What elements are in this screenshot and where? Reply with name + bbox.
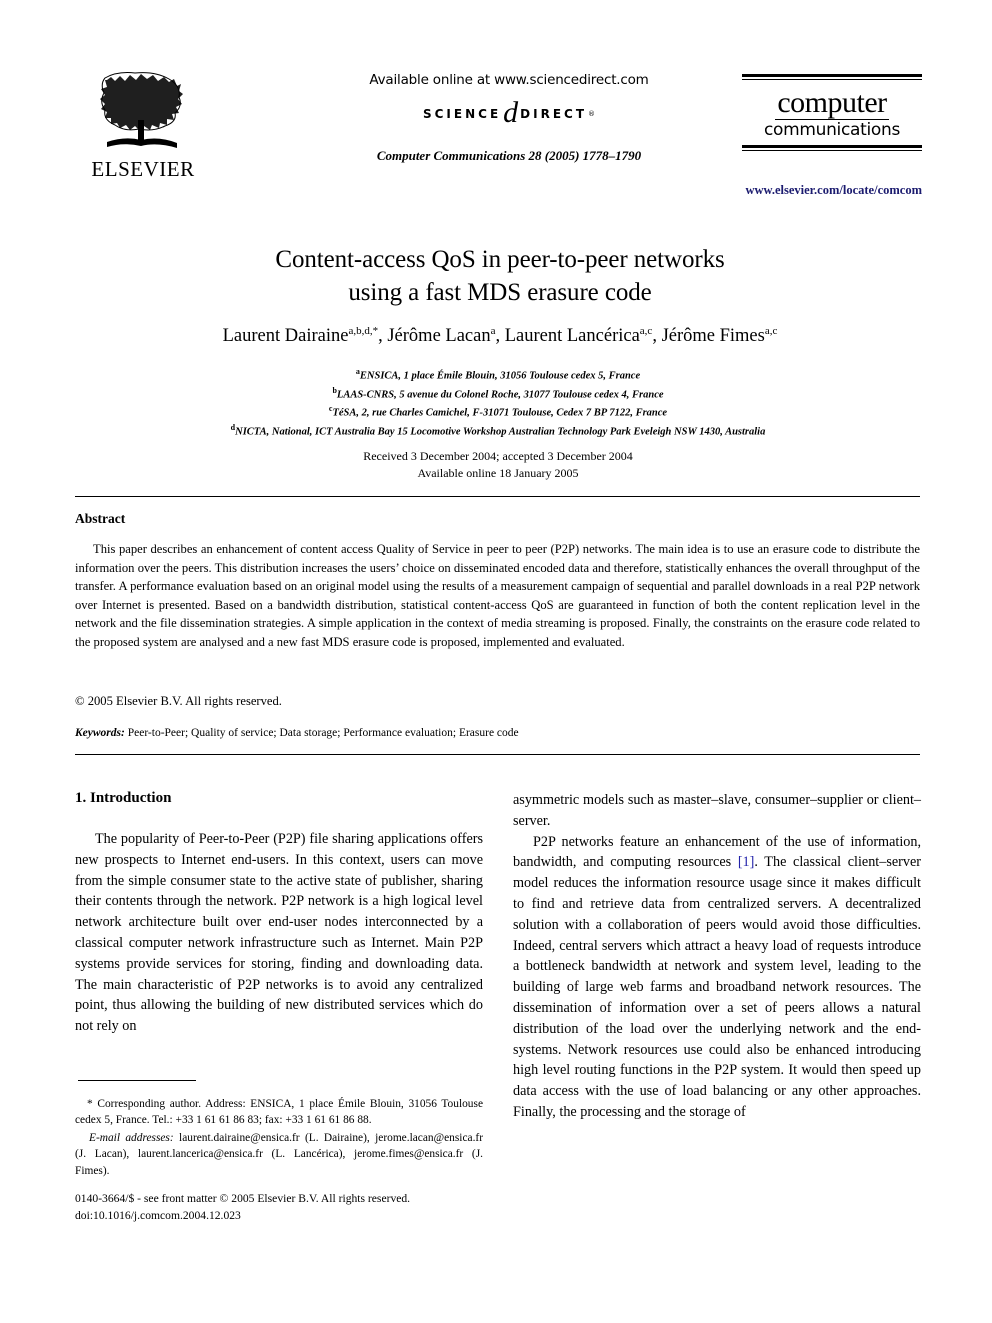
affiliation-text: NICTA, National, ICT Australia Bay 15 Lo… [235,426,766,437]
journal-logo-top-rule [742,74,922,80]
author-name: Laurent Dairaine [222,326,349,347]
journal-logo-bottom-rule [742,144,922,151]
affiliation-item: bLAAS-CNRS, 5 avenue du Colonel Roche, 3… [70,385,926,404]
abstract-text: This paper describes an enhancement of c… [75,542,920,649]
author-list: Laurent Dairainea,b,d,*, Jérôme Lacana, … [100,325,900,347]
abstract-heading: Abstract [75,511,126,526]
paragraph-text-after-citation: . The classical client–server model redu… [513,854,921,1120]
paragraph-intro-continued: asymmetric models such as master–slave, … [513,792,921,829]
citation-link-1[interactable]: [1] [738,854,755,870]
keywords-label: Keywords: [75,727,125,739]
article-page: ELSEVIER Available online at www.science… [0,0,992,1323]
title-line-2: using a fast MDS erasure code [348,279,652,306]
affiliation-list: aENSICA, 1 place Émile Blouin, 31056 Tou… [70,366,926,440]
author-separator: , [495,326,505,347]
author-affiliation-marker: a,c [764,325,778,337]
journal-logo-title: computer [775,86,889,120]
affiliation-text: ENSICA, 1 place Émile Blouin, 31056 Toul… [359,370,641,382]
elsevier-logo: ELSEVIER [84,70,202,182]
publication-dates: Received 3 December 2004; accepted 3 Dec… [70,448,926,482]
body-column-right: asymmetric models such as master–slave, … [513,790,921,1123]
journal-reference: Computer Communications 28 (2005) 1778–1… [376,148,642,163]
author-name: Laurent Lancérica [504,326,640,347]
footnote-divider [78,1080,196,1081]
journal-logo-subtitle: communications [763,120,901,140]
affiliation-text: LAAS-CNRS, 5 avenue du Colonel Roche, 31… [336,389,664,400]
sciencedirect-science-word: SCIENCE [422,107,502,121]
affiliation-item: dNICTA, National, ICT Australia Bay 15 L… [70,422,926,441]
elsevier-wordmark: ELSEVIER [91,157,195,181]
body-column-left: 1. Introduction The popularity of Peer-t… [75,790,483,1037]
registered-trademark-icon: ® [588,110,596,118]
footnote-block: * Corresponding author. Address: ENSICA,… [75,1096,483,1179]
page-header: ELSEVIER Available online at www.science… [74,62,922,212]
author-affiliation-marker: a,c [639,325,653,337]
page-title: Content-access QoS in peer-to-peer netwo… [120,243,880,309]
footer-issn-block: 0140-3664/$ - see front matter © 2005 El… [75,1190,505,1225]
footnote-email-addresses: E-mail addresses: laurent.dairaine@ensic… [75,1130,483,1179]
abstract-top-divider [75,496,920,497]
author-affiliation-marker: a,b,d,* [348,325,379,337]
section-heading-introduction: 1. Introduction [75,790,172,806]
affiliation-item: aENSICA, 1 place Émile Blouin, 31056 Tou… [70,366,926,385]
journal-logo: computer communications [742,74,922,151]
author-separator: , [652,326,662,347]
date-available-online: Available online 18 January 2005 [417,466,579,481]
date-received: Received 3 December 2004; accepted 3 Dec… [363,449,633,463]
footnote-email-label: E-mail addresses: [89,1131,174,1144]
affiliation-item: cTéSA, 2, rue Charles Camichel, F-31071 … [70,403,926,422]
sciencedirect-block: Available online at www.sciencedirect.co… [324,72,694,164]
paragraph-p2p-networks: P2P networks feature an enhancement of t… [513,832,921,1123]
sciencedirect-at-glyph-icon: d [503,96,519,129]
sciencedirect-logo: SCIENCE d DIRECT ® [324,96,694,129]
keywords-text: Peer-to-Peer; Quality of service; Data s… [127,727,519,739]
author-name: Jérôme Lacan [387,326,491,347]
author-separator: , [378,326,388,347]
doi-line[interactable]: doi:10.1016/j.comcom.2004.12.023 [75,1207,505,1224]
abstract-copyright: © 2005 Elsevier B.V. All rights reserved… [75,694,282,708]
title-line-1: Content-access QoS in peer-to-peer netwo… [275,246,725,273]
sciencedirect-direct-word: DIRECT [520,107,588,121]
abstract-bottom-divider [75,754,920,755]
available-online-text: Available online at www.sciencedirect.co… [369,72,649,88]
footnote-corresponding-author: * Corresponding author. Address: ENSICA,… [75,1098,483,1127]
paragraph-intro-left: The popularity of Peer-to-Peer (P2P) fil… [75,831,483,1035]
issn-copyright-line: 0140-3664/$ - see front matter © 2005 El… [75,1192,411,1205]
journal-homepage-link[interactable]: www.elsevier.com/locate/comcom [727,183,922,198]
keywords: Keywords: Peer-to-Peer; Quality of servi… [75,727,920,739]
affiliation-text: TéSA, 2, rue Charles Camichel, F-31071 T… [332,407,668,419]
elsevier-tree-logo-icon [95,70,191,156]
author-name: Jérôme Fimes [661,326,765,347]
